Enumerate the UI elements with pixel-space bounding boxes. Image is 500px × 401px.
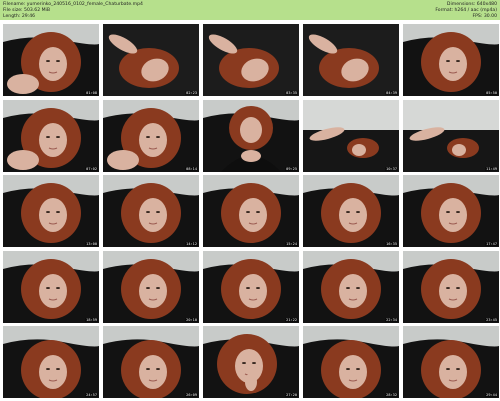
thumbnail-timestamp: 18:59 bbox=[85, 317, 98, 322]
video-thumbnail[interactable]: 21:22 bbox=[203, 250, 299, 323]
thumbnail-timestamp: 08:14 bbox=[185, 166, 198, 171]
thumbnail-timestamp: 22:34 bbox=[385, 317, 398, 322]
thumbnail-frame-image bbox=[403, 24, 499, 96]
video-thumbnail[interactable]: 16:35 bbox=[303, 175, 399, 247]
thumbnail-grid: 01:08 02:23 03:35 04:39 05:50 07:02 08:14 09:25… bbox=[0, 22, 500, 400]
thumbnail-timestamp: 14:12 bbox=[185, 242, 198, 246]
metadata-left: Filename: yumerinko_240516_0102_female_C… bbox=[3, 2, 143, 20]
video-thumbnail[interactable]: 28:32 bbox=[303, 326, 399, 398]
video-thumbnail[interactable]: 26:09 bbox=[103, 326, 199, 398]
video-thumbnail[interactable]: 22:34 bbox=[303, 250, 399, 323]
video-thumbnail[interactable]: 18:59 bbox=[3, 250, 99, 323]
thumbnail-timestamp: 01:08 bbox=[85, 91, 98, 95]
metadata-header: Filename: yumerinko_240516_0102_female_C… bbox=[0, 0, 500, 20]
thumbnail-frame-image bbox=[303, 24, 399, 96]
thumbnail-frame-image bbox=[3, 250, 99, 323]
thumbnail-timestamp: 26:09 bbox=[185, 393, 198, 397]
thumbnail-frame-image bbox=[303, 99, 399, 172]
thumbnail-timestamp: 03:35 bbox=[285, 91, 298, 95]
thumbnail-timestamp: 13:00 bbox=[85, 242, 98, 246]
video-thumbnail[interactable]: 14:12 bbox=[103, 175, 199, 247]
video-thumbnail[interactable]: 11:49 bbox=[403, 99, 499, 172]
thumbnail-frame-image bbox=[203, 326, 299, 398]
thumbnail-timestamp: 21:22 bbox=[285, 317, 298, 322]
thumbnail-frame-image bbox=[103, 24, 199, 96]
video-thumbnail[interactable]: 03:35 bbox=[203, 24, 299, 96]
thumbnail-frame-image bbox=[103, 99, 199, 172]
thumbnail-timestamp: 07:02 bbox=[85, 166, 98, 171]
thumbnail-timestamp: 29:44 bbox=[485, 393, 498, 397]
video-thumbnail[interactable]: 20:10 bbox=[103, 250, 199, 323]
video-thumbnail[interactable]: 09:25 bbox=[203, 99, 299, 172]
thumbnail-timestamp: 15:24 bbox=[285, 242, 298, 246]
thumbnail-timestamp: 27:20 bbox=[285, 393, 298, 397]
video-thumbnail[interactable]: 13:00 bbox=[3, 175, 99, 247]
thumbnail-frame-image bbox=[3, 24, 99, 96]
video-thumbnail[interactable]: 01:08 bbox=[3, 24, 99, 96]
thumbnail-timestamp: 10:37 bbox=[385, 166, 398, 171]
thumbnail-frame-image bbox=[203, 175, 299, 247]
thumbnail-frame-image bbox=[403, 99, 499, 172]
thumbnail-timestamp: 11:49 bbox=[485, 166, 498, 171]
thumbnail-frame-image bbox=[303, 250, 399, 323]
thumbnail-frame-image bbox=[3, 326, 99, 398]
thumbnail-timestamp: 28:32 bbox=[385, 393, 398, 397]
thumbnail-frame-image bbox=[403, 250, 499, 323]
length-text: Length: 29:46 bbox=[3, 14, 36, 19]
thumbnail-timestamp: 05:50 bbox=[485, 91, 498, 95]
thumbnail-timestamp: 23:45 bbox=[485, 317, 498, 322]
thumbnail-timestamp: 09:25 bbox=[285, 166, 298, 171]
thumbnail-frame-image bbox=[203, 24, 299, 96]
thumbnail-frame-image bbox=[303, 326, 399, 398]
video-thumbnail[interactable]: 27:20 bbox=[203, 326, 299, 398]
video-thumbnail[interactable]: 07:02 bbox=[3, 99, 99, 172]
thumbnail-frame-image bbox=[103, 175, 199, 247]
video-thumbnail[interactable]: 29:44 bbox=[403, 326, 499, 398]
video-thumbnail[interactable]: 04:39 bbox=[303, 24, 399, 96]
video-thumbnail[interactable]: 23:45 bbox=[403, 250, 499, 323]
thumbnail-timestamp: 04:39 bbox=[385, 91, 398, 95]
thumbnail-frame-image bbox=[3, 175, 99, 247]
contact-sheet: Filename: yumerinko_240516_0102_female_C… bbox=[0, 0, 500, 401]
thumbnail-frame-image bbox=[403, 326, 499, 398]
video-thumbnail[interactable]: 08:14 bbox=[103, 99, 199, 172]
video-thumbnail[interactable]: 24:57 bbox=[3, 326, 99, 398]
thumbnail-frame-image bbox=[103, 326, 199, 398]
video-thumbnail[interactable]: 15:24 bbox=[203, 175, 299, 247]
thumbnail-frame-image bbox=[203, 99, 299, 172]
metadata-right: Dimensions: 640x480 Format: h264 / aac (… bbox=[435, 2, 497, 20]
thumbnail-timestamp: 16:35 bbox=[385, 242, 398, 246]
thumbnail-frame-image bbox=[403, 175, 499, 247]
thumbnail-frame-image bbox=[303, 175, 399, 247]
thumbnail-frame-image bbox=[3, 99, 99, 172]
video-thumbnail[interactable]: 10:37 bbox=[303, 99, 399, 172]
video-thumbnail[interactable]: 17:47 bbox=[403, 175, 499, 247]
thumbnail-frame-image bbox=[203, 250, 299, 323]
video-thumbnail[interactable]: 02:23 bbox=[103, 24, 199, 96]
video-thumbnail[interactable]: 05:50 bbox=[403, 24, 499, 96]
thumbnail-frame-image bbox=[103, 250, 199, 323]
fps-text: FPS: 30.00 bbox=[472, 14, 498, 19]
thumbnail-timestamp: 02:23 bbox=[185, 91, 198, 95]
thumbnail-timestamp: 24:57 bbox=[85, 393, 98, 397]
thumbnail-timestamp: 17:47 bbox=[485, 242, 498, 246]
thumbnail-timestamp: 20:10 bbox=[185, 317, 198, 322]
